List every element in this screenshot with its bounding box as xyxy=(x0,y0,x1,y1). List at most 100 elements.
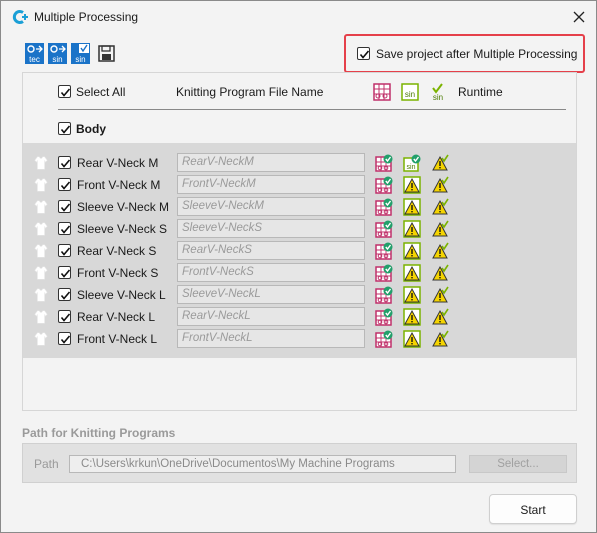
program-name: Rear V-Neck S xyxy=(77,244,157,258)
program-name: Rear V-Neck M xyxy=(77,156,159,170)
knit-status-ok-icon xyxy=(375,264,393,282)
body-group-checkbox[interactable] xyxy=(58,122,71,135)
program-row: Sleeve V-Neck L SleeveV-NeckL xyxy=(23,284,576,306)
path-input[interactable]: C:\Users\krkun\OneDrive\Documentos\My Ma… xyxy=(69,455,456,473)
program-row: Front V-Neck S FrontV-NeckS xyxy=(23,262,576,284)
window-title: Multiple Processing xyxy=(34,10,139,24)
runtime-column-header: Runtime xyxy=(458,85,503,99)
row-checkbox[interactable] xyxy=(58,288,71,301)
program-name: Rear V-Neck L xyxy=(77,310,156,324)
program-file-name-input[interactable]: SleeveV-NeckL xyxy=(177,285,365,304)
knit-status-ok-icon xyxy=(375,242,393,260)
program-file-name-input[interactable]: FrontV-NeckL xyxy=(177,329,365,348)
program-file-name-input[interactable]: FrontV-NeckS xyxy=(177,263,365,282)
file-name-column-header: Knitting Program File Name xyxy=(176,85,324,99)
row-checkbox[interactable] xyxy=(58,266,71,279)
garment-thumbnail-icon xyxy=(33,199,49,215)
garment-thumbnail-icon xyxy=(33,243,49,259)
program-row: Front V-Neck M FrontV-NeckM xyxy=(23,174,576,196)
sin-file-icon: sin xyxy=(401,83,419,101)
title-bar: Multiple Processing xyxy=(1,1,596,33)
program-name: Sleeve V-Neck S xyxy=(77,222,168,236)
sin-status-warning-icon xyxy=(403,242,421,260)
sin-check-icon[interactable]: sin xyxy=(71,43,90,64)
svg-text:sin: sin xyxy=(433,93,443,101)
save-project-label: Save project after Multiple Processing xyxy=(376,47,578,61)
program-name: Sleeve V-Neck M xyxy=(77,200,170,214)
save-disk-icon[interactable] xyxy=(97,43,116,64)
garment-thumbnail-icon xyxy=(33,155,49,171)
runtime-warning-icon xyxy=(431,242,449,260)
garment-thumbnail-icon xyxy=(33,287,49,303)
tec-settings-icon[interactable]: tec xyxy=(25,43,44,64)
program-name: Front V-Neck S xyxy=(77,266,159,280)
sin-status-warning-icon xyxy=(403,220,421,238)
program-row: Sleeve V-Neck S SleeveV-NeckS xyxy=(23,218,576,240)
program-row: Rear V-Neck L RearV-NeckL xyxy=(23,306,576,328)
runtime-warning-icon xyxy=(431,220,449,238)
knit-status-ok-icon xyxy=(375,286,393,304)
runtime-warning-icon xyxy=(431,286,449,304)
knit-grid-icon xyxy=(373,83,391,101)
program-file-name-input[interactable]: FrontV-NeckM xyxy=(177,175,365,194)
close-icon xyxy=(573,11,585,23)
svg-text:tec: tec xyxy=(29,55,40,64)
knit-status-ok-icon xyxy=(375,220,393,238)
row-checkbox[interactable] xyxy=(58,200,71,213)
sin-status-warning-icon xyxy=(403,264,421,282)
program-file-name-input[interactable]: SleeveV-NeckM xyxy=(177,197,365,216)
sin-status-warning-icon xyxy=(403,330,421,348)
multiple-processing-dialog: Multiple Processing tec sin sin Save pro… xyxy=(0,0,597,533)
save-project-option: Save project after Multiple Processing xyxy=(344,34,585,73)
body-group-label: Body xyxy=(76,122,106,136)
runtime-warning-icon xyxy=(431,308,449,326)
svg-text:sin: sin xyxy=(407,164,416,171)
runtime-warning-icon xyxy=(431,330,449,348)
sin-check-icon: sin xyxy=(429,83,447,102)
row-checkbox[interactable] xyxy=(58,178,71,191)
runtime-warning-icon xyxy=(431,264,449,282)
runtime-warning-icon xyxy=(431,198,449,216)
garment-thumbnail-icon xyxy=(33,221,49,237)
svg-text:sin: sin xyxy=(405,90,415,99)
knit-status-ok-icon xyxy=(375,198,393,216)
select-all-checkbox[interactable] xyxy=(58,85,71,98)
select-path-button[interactable]: Select... xyxy=(469,455,567,473)
knit-status-ok-icon xyxy=(375,330,393,348)
row-checkbox[interactable] xyxy=(58,156,71,169)
path-label: Path xyxy=(34,457,59,471)
runtime-warning-icon xyxy=(431,176,449,194)
program-file-name-input[interactable]: SleeveV-NeckS xyxy=(177,219,365,238)
select-all-label: Select All xyxy=(76,85,126,99)
svg-text:sin: sin xyxy=(75,55,85,64)
program-name: Front V-Neck M xyxy=(77,178,161,192)
garment-thumbnail-icon xyxy=(33,265,49,281)
sin-status-warning-icon xyxy=(403,176,421,194)
path-section-title: Path for Knitting Programs xyxy=(22,426,176,440)
row-checkbox[interactable] xyxy=(58,332,71,345)
start-button[interactable]: Start xyxy=(489,494,577,524)
sin-status-warning-icon xyxy=(403,286,421,304)
program-row: Sleeve V-Neck M SleeveV-NeckM xyxy=(23,196,576,218)
knit-status-ok-icon xyxy=(375,176,393,194)
program-row: Rear V-Neck M RearV-NeckM sin xyxy=(23,152,576,174)
program-row: Front V-Neck L FrontV-NeckL xyxy=(23,328,576,350)
sin-status-warning-icon xyxy=(403,308,421,326)
program-file-name-input[interactable]: RearV-NeckS xyxy=(177,241,365,260)
svg-text:sin: sin xyxy=(52,55,62,64)
program-file-name-input[interactable]: RearV-NeckL xyxy=(177,307,365,326)
sin-status-warning-icon xyxy=(403,198,421,216)
close-button[interactable] xyxy=(567,5,591,29)
program-file-name-input[interactable]: RearV-NeckM xyxy=(177,153,365,172)
row-checkbox[interactable] xyxy=(58,244,71,257)
row-checkbox[interactable] xyxy=(58,222,71,235)
runtime-warning-icon xyxy=(431,154,449,172)
program-row: Rear V-Neck S RearV-NeckS xyxy=(23,240,576,262)
path-section: Path C:\Users\krkun\OneDrive\Documentos\… xyxy=(22,443,577,483)
row-checkbox[interactable] xyxy=(58,310,71,323)
save-project-checkbox[interactable] xyxy=(357,47,370,60)
knit-status-ok-icon xyxy=(375,154,393,172)
sin-settings-icon[interactable]: sin xyxy=(48,43,67,64)
garment-thumbnail-icon xyxy=(33,177,49,193)
header-divider xyxy=(58,109,566,110)
